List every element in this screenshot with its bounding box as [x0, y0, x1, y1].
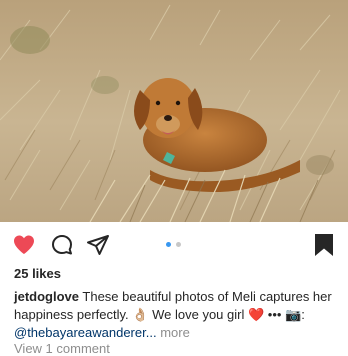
camera-emoji: 📷 — [285, 307, 302, 322]
paper-plane-icon[interactable] — [86, 233, 110, 257]
caption-mention[interactable]: @thebayareawanderer... — [14, 325, 157, 340]
view-comments-link[interactable]: View 1 comment — [14, 341, 110, 356]
comment-icon[interactable] — [50, 233, 74, 257]
caption-colon: : — [301, 307, 305, 322]
caption-text-2: We love you girl — [152, 307, 245, 322]
caption-ellipsis: ••• — [267, 307, 282, 322]
heart-emoji: ❤️ — [247, 307, 265, 322]
post-photo[interactable] — [0, 0, 348, 222]
likes-count[interactable]: 25 likes — [14, 266, 61, 281]
heart-icon[interactable] — [12, 233, 36, 257]
carousel-dot-active — [166, 242, 171, 247]
post-caption: jetdoglove These beautiful photos of Mel… — [14, 288, 340, 342]
post-action-bar — [0, 222, 348, 268]
ok-hand-emoji: 👌🏼 — [132, 307, 149, 322]
bookmark-icon[interactable] — [313, 233, 337, 257]
caption-more-link[interactable]: more — [160, 325, 190, 340]
carousel-dot-inactive — [176, 242, 181, 247]
caption-username[interactable]: jetdoglove — [14, 289, 79, 304]
